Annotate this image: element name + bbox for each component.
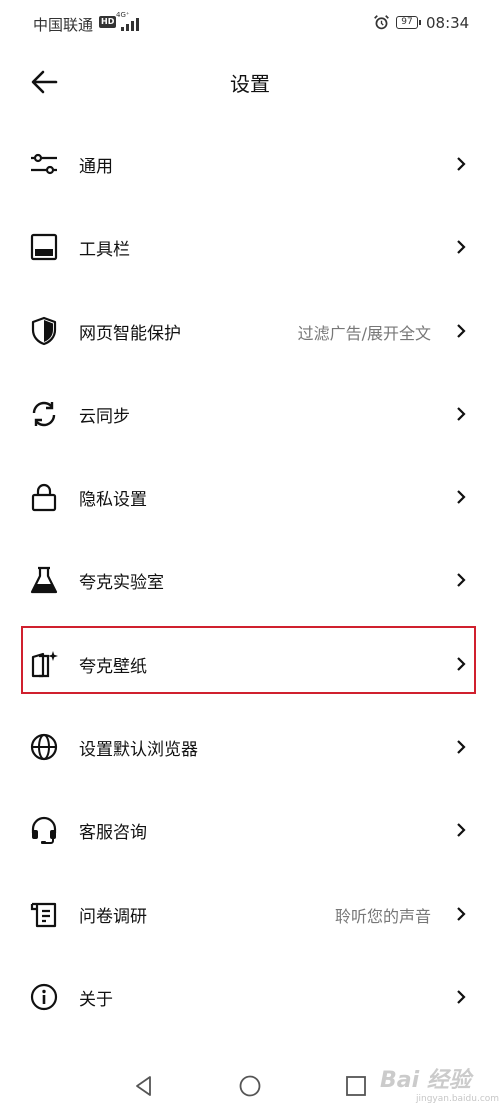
settings-item-label: 夸克壁纸 [79, 656, 147, 677]
chevron-right-icon [457, 657, 466, 671]
settings-item-label: 客服咨询 [79, 823, 147, 844]
settings-item-customer-service[interactable]: 客服咨询 [0, 789, 500, 872]
chevron-right-icon [457, 906, 466, 921]
sync-icon [32, 401, 56, 427]
wallpaper-icon [31, 650, 58, 677]
carrier-name: 中国联通 [33, 16, 94, 34]
settings-item-value: 过滤广告/展开全文 [297, 323, 431, 343]
settings-list: 通用 工具栏 网页智能保护 过滤广告/展开全文 云同步 隐私设置 夸克实验室 夸… [0, 123, 500, 1039]
settings-item-privacy[interactable]: 隐私设置 [0, 456, 500, 539]
settings-item-cloud-sync[interactable]: 云同步 [0, 373, 500, 456]
settings-item-general[interactable]: 通用 [0, 123, 500, 206]
settings-item-about[interactable]: 关于 [0, 956, 500, 1039]
globe-icon [30, 733, 58, 761]
settings-item-default-browser[interactable]: 设置默认浏览器 [0, 706, 500, 789]
settings-item-label: 问卷调研 [79, 906, 147, 927]
toolbar-icon [30, 234, 58, 261]
settings-item-wallpaper[interactable]: 夸克壁纸 [0, 623, 500, 706]
settings-item-web-protection[interactable]: 网页智能保护 过滤广告/展开全文 [0, 290, 500, 373]
chevron-right-icon [457, 240, 466, 255]
nav-back-icon[interactable] [130, 1072, 158, 1100]
clock: 08:34 [426, 14, 470, 32]
chevron-right-icon [457, 990, 466, 1004]
settings-item-toolbar[interactable]: 工具栏 [0, 206, 500, 289]
settings-item-label: 工具栏 [79, 240, 130, 261]
settings-item-label: 隐私设置 [79, 490, 147, 511]
chevron-right-icon [457, 407, 466, 421]
settings-item-label: 云同步 [79, 406, 130, 427]
nav-home-icon[interactable] [236, 1072, 264, 1100]
settings-item-label: 夸克实验室 [79, 573, 164, 594]
alarm-icon [374, 15, 389, 30]
settings-item-label: 关于 [79, 989, 113, 1010]
watermark: Bai 经验 [380, 1068, 471, 1093]
page-title: 设置 [230, 72, 270, 96]
settings-item-label: 通用 [79, 157, 113, 177]
header: 设置 [0, 48, 500, 118]
settings-item-value: 聆听您的声音 [334, 906, 431, 926]
chevron-right-icon [457, 573, 466, 588]
shield-icon [31, 316, 57, 345]
headset-icon [31, 817, 57, 845]
survey-icon [30, 902, 57, 927]
chevron-right-icon [457, 157, 466, 171]
chevron-right-icon [457, 740, 466, 754]
settings-item-label: 设置默认浏览器 [79, 740, 198, 761]
nav-recents-icon[interactable] [342, 1072, 370, 1100]
chevron-right-icon [457, 323, 466, 338]
chevron-right-icon [457, 823, 466, 838]
settings-item-lab[interactable]: 夸克实验室 [0, 539, 500, 622]
status-bar: 中国联通 HD 4G⁺ 97 08:34 [0, 0, 500, 48]
chevron-right-icon [457, 490, 466, 504]
lock-icon [31, 484, 57, 512]
settings-item-label: 网页智能保护 [79, 323, 181, 344]
hd-badge: HD [99, 16, 117, 28]
signal-icon [121, 15, 143, 31]
watermark-url: jingyan.baidu.com [416, 1094, 500, 1104]
settings-item-survey[interactable]: 问卷调研 聆听您的声音 [0, 873, 500, 956]
sliders-icon [31, 153, 57, 175]
battery-icon: 97 [396, 16, 421, 29]
flask-icon [30, 567, 58, 594]
info-icon [30, 983, 58, 1011]
